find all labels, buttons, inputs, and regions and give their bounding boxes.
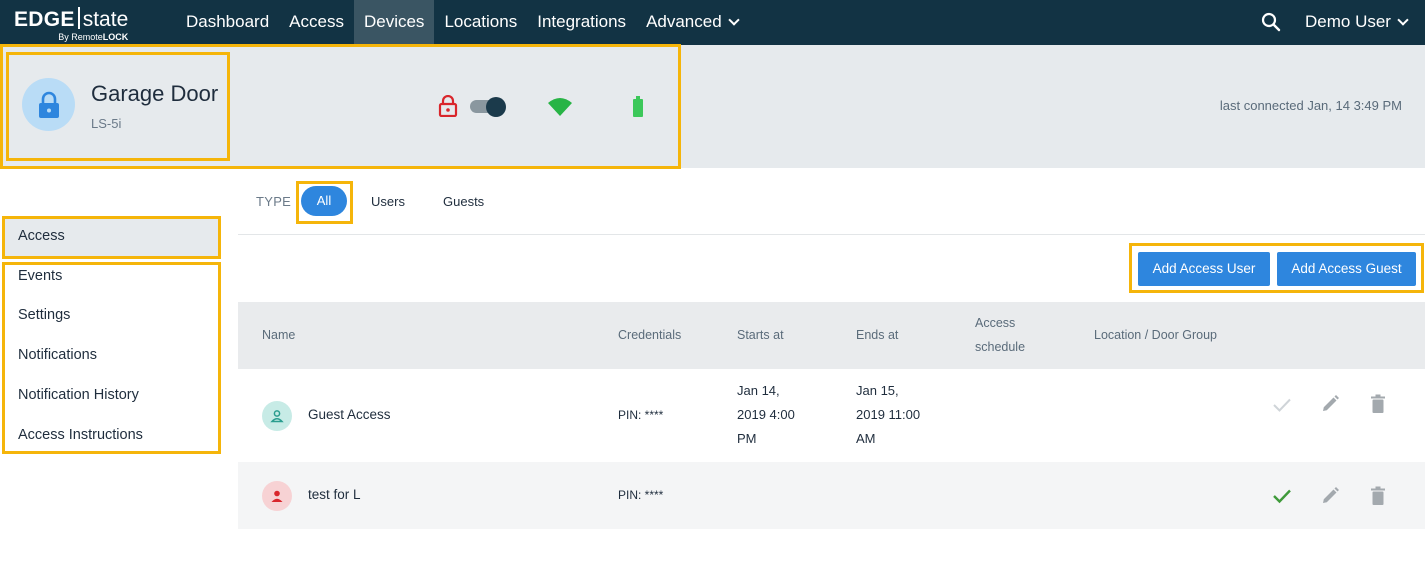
check-icon[interactable] bbox=[1271, 485, 1293, 507]
nav-devices[interactable]: Devices bbox=[353, 0, 435, 45]
nav-dashboard[interactable]: Dashboard bbox=[176, 0, 279, 45]
row-starts-at: Jan 14, 2019 4:00 PM bbox=[737, 379, 795, 451]
filter-all[interactable]: All bbox=[301, 186, 347, 216]
search-icon[interactable] bbox=[1261, 12, 1281, 32]
filter-users[interactable]: Users bbox=[371, 194, 405, 209]
guest-avatar bbox=[262, 401, 292, 431]
padlock-icon bbox=[38, 91, 59, 118]
row-ends-line: AM bbox=[856, 431, 876, 446]
row-ends-line: Jan 15, bbox=[856, 383, 899, 398]
sidebar-item-notification-history[interactable]: Notification History bbox=[18, 387, 139, 403]
nav-advanced-label: Advanced bbox=[646, 12, 722, 31]
device-avatar bbox=[22, 78, 75, 131]
sidebar-item-access-instructions[interactable]: Access Instructions bbox=[18, 427, 143, 443]
user-avatar bbox=[262, 481, 292, 511]
column-location[interactable]: Location / Door Group bbox=[1094, 323, 1217, 347]
device-name: Garage Door bbox=[91, 81, 219, 106]
row-credentials: PIN: **** bbox=[618, 488, 664, 502]
delete-trash-icon[interactable] bbox=[1367, 485, 1389, 507]
person-outline-icon bbox=[270, 410, 284, 423]
column-credentials[interactable]: Credentials bbox=[618, 323, 681, 347]
filter-divider bbox=[238, 234, 1425, 235]
column-access-schedule[interactable]: Access schedule bbox=[975, 311, 1025, 359]
main-nav: Dashboard Access Devices Locations Integ… bbox=[176, 0, 748, 45]
row-ends-at: Jan 15, 2019 11:00 AM bbox=[856, 379, 920, 451]
column-access-schedule-line2: schedule bbox=[975, 340, 1026, 354]
sidebar-item-events[interactable]: Events bbox=[18, 268, 62, 284]
logo-state-text: state bbox=[82, 8, 129, 31]
row-name[interactable]: test for L bbox=[308, 487, 361, 502]
row-starts-line: Jan 14, bbox=[737, 383, 780, 398]
add-access-user-button[interactable]: Add Access User bbox=[1138, 252, 1270, 286]
sidebar-item-access[interactable]: Access bbox=[18, 228, 65, 244]
top-nav-bar: EDGE state By RemoteLOCK Dashboard Acces… bbox=[0, 0, 1425, 45]
row-ends-line: 2019 11:00 bbox=[856, 407, 921, 422]
chevron-down-icon bbox=[1397, 14, 1409, 26]
logo-edge-text: EDGE bbox=[14, 8, 75, 31]
nav-advanced[interactable]: Advanced bbox=[636, 0, 748, 45]
nav-access[interactable]: Access bbox=[279, 0, 354, 45]
column-starts-at[interactable]: Starts at bbox=[737, 323, 784, 347]
device-header: Garage Door LS-5i last connected Jan, 14… bbox=[0, 45, 1425, 168]
nav-integrations[interactable]: Integrations bbox=[527, 0, 636, 45]
battery-icon bbox=[632, 96, 644, 123]
user-menu[interactable]: Demo User bbox=[1305, 0, 1409, 45]
wifi-icon bbox=[547, 97, 573, 122]
edit-pencil-icon[interactable] bbox=[1319, 485, 1341, 507]
column-ends-at[interactable]: Ends at bbox=[856, 323, 898, 347]
logo-divider bbox=[77, 7, 80, 29]
sidebar-item-notifications[interactable]: Notifications bbox=[18, 347, 97, 363]
delete-trash-icon[interactable] bbox=[1367, 393, 1389, 415]
add-access-guest-button[interactable]: Add Access Guest bbox=[1277, 252, 1416, 286]
filter-guests[interactable]: Guests bbox=[443, 194, 484, 209]
table-row bbox=[238, 462, 1425, 529]
last-connected-status: last connected Jan, 14 3:49 PM bbox=[1219, 98, 1402, 113]
chevron-down-icon bbox=[728, 14, 740, 26]
logo-byline: By RemoteLOCK bbox=[58, 32, 129, 42]
nav-locations[interactable]: Locations bbox=[434, 0, 527, 45]
edgestate-logo[interactable]: EDGE state By RemoteLOCK bbox=[14, 4, 128, 42]
row-starts-line: PM bbox=[737, 431, 757, 446]
user-name: Demo User bbox=[1305, 12, 1391, 31]
row-credentials: PIN: **** bbox=[618, 408, 664, 422]
table-header: Name Credentials Starts at Ends at Acces… bbox=[238, 302, 1425, 369]
sidebar-item-settings[interactable]: Settings bbox=[18, 307, 70, 323]
toggle-knob bbox=[486, 97, 506, 117]
column-access-schedule-line1: Access bbox=[975, 316, 1016, 330]
device-model: LS-5i bbox=[91, 116, 122, 131]
type-filter-label: TYPE bbox=[256, 194, 292, 209]
unlocked-padlock-icon bbox=[438, 94, 458, 122]
row-name[interactable]: Guest Access bbox=[308, 407, 391, 422]
edit-pencil-icon[interactable] bbox=[1319, 393, 1341, 415]
check-icon[interactable] bbox=[1271, 394, 1293, 416]
lock-toggle[interactable] bbox=[470, 97, 506, 117]
row-starts-line: 2019 4:00 bbox=[737, 407, 795, 422]
column-name[interactable]: Name bbox=[262, 323, 295, 347]
person-icon bbox=[271, 490, 283, 502]
